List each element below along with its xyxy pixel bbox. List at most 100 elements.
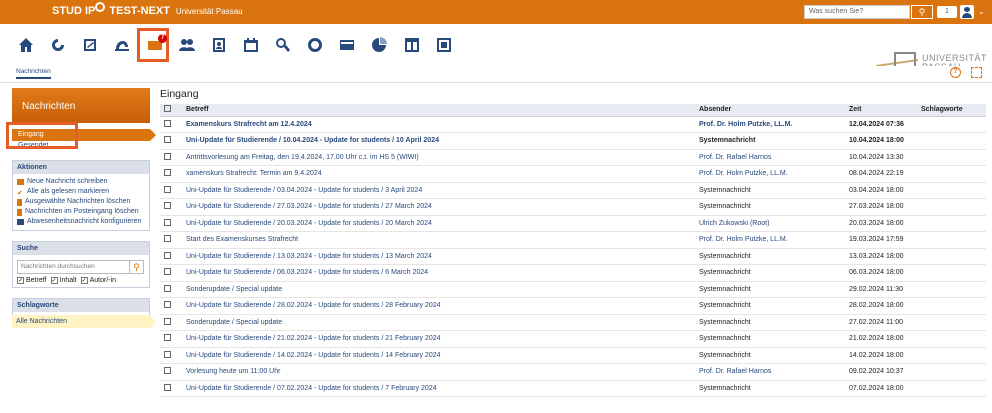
message-subject[interactable]: Uni-Update für Studierende / 10.04.2024 … [186,137,439,144]
message-sender: Systemnachricht [699,137,756,145]
column-time[interactable]: Zeit [845,104,917,117]
table-row[interactable]: Start des Examenskurses Strafrecht Prof. … [160,231,986,249]
search-option-author[interactable]: ✓ Autor/-in [80,277,116,284]
search-icon: ⚲ [133,262,140,272]
table-row[interactable]: Uni-Update für Studierende / 06.03.2024 … [160,264,986,282]
row-checkbox[interactable] [164,136,171,144]
table-row[interactable]: Antrittsvorlesung am Freitag, den 19.4.2… [160,149,986,166]
message-search-input[interactable]: Nachrichten durchsuchen [17,260,130,274]
message-sender[interactable]: Prof. Dr. Rafael Harnos [699,368,771,375]
row-checkbox[interactable] [164,218,171,226]
table-row[interactable]: Uni-Update für Studierende / 07.02.2024 … [160,380,986,397]
row-checkbox[interactable] [164,383,171,391]
message-subject[interactable]: Uni-Update für Studierende / 21.02.2024 … [186,335,441,342]
table-row[interactable]: Uni-Update für Studierende / 03.04.2024 … [160,182,986,199]
table-row[interactable]: Uni-Update für Studierende / 27.03.2024 … [160,198,986,216]
profile-icon[interactable] [209,35,229,55]
row-checkbox[interactable] [164,185,171,193]
home-icon[interactable] [16,35,36,55]
away-message-action[interactable]: Abwesenheitsnachricht konfigurieren [17,217,145,227]
message-sender[interactable]: Prof. Dr. Rafael Harnos [699,154,771,161]
global-search-button[interactable]: ⚲ [911,5,933,19]
message-subject[interactable]: Uni-Update für Studierende / 27.03.2024 … [186,203,432,210]
message-subject[interactable]: xamenskurs Strafrecht: Termin am 9.4.202… [186,170,322,177]
fullscreen-icon[interactable] [971,67,982,78]
card-icon[interactable] [337,35,357,55]
brand-logo[interactable]: STUD IP TEST-NEXT Universität Passau [52,2,243,17]
table-row[interactable]: Sonderupdate / Special update Systemnachr… [160,281,986,298]
message-subject[interactable]: Uni-Update für Studierende / 06.03.2024 … [186,269,428,276]
message-subject[interactable]: Vorlesung heute um 11:00 Uhr [186,368,280,375]
help-icon[interactable]: ? [950,67,961,78]
notification-counter[interactable]: 1 [937,6,957,18]
avatar[interactable] [960,5,974,19]
message-sender[interactable]: Prof. Dr. Holm Putzke, LL.M. [699,170,788,177]
column-sender[interactable]: Absender [695,104,845,117]
table-row[interactable]: Vorlesung heute um 11:00 Uhr Prof. Dr. Ra… [160,363,986,381]
search-option-content[interactable]: ✓ Inhalt [50,277,77,284]
table-row[interactable]: xamenskurs Strafrecht: Termin am 9.4.202… [160,165,986,183]
row-checkbox[interactable] [164,284,171,292]
row-checkbox[interactable] [164,251,171,259]
row-checkbox[interactable] [164,202,171,210]
message-search-button[interactable]: ⚲ [130,260,144,274]
tag-all-messages[interactable]: Alle Nachrichten [12,315,156,329]
table-row[interactable]: Uni-Update für Studierende / 28.02.2024 … [160,297,986,315]
tab-messages[interactable]: Nachrichten [16,68,51,79]
table-row[interactable]: Uni-Update für Studierende / 13.03.2024 … [160,248,986,265]
table-row[interactable]: Sonderupdate / Special update Systemnachr… [160,314,986,331]
column-subject[interactable]: Betreff [182,104,695,117]
chart-icon[interactable] [369,35,389,55]
row-checkbox[interactable] [164,235,171,243]
row-checkbox[interactable] [164,367,171,375]
message-subject[interactable]: Uni-Update für Studierende / 03.04.2024 … [186,187,422,194]
message-subject[interactable]: Sonderupdate / Special update [186,319,282,326]
row-checkbox[interactable] [164,350,171,358]
message-subject[interactable]: Antrittsvorlesung am Freitag, den 19.4.2… [186,154,419,161]
table-row[interactable]: Uni-Update für Studierende / 10.04.2024 … [160,132,986,150]
message-subject[interactable]: Uni-Update für Studierende / 28.02.2024 … [186,302,441,309]
message-tags [917,330,986,348]
new-message-action[interactable]: Neue Nachricht schreiben [17,177,145,187]
row-checkbox[interactable] [164,152,171,160]
help-circle-icon[interactable] [305,35,325,55]
courses-icon[interactable] [80,35,100,55]
message-subject[interactable]: Uni-Update für Studierende / 07.02.2024 … [186,385,437,392]
message-subject[interactable]: Start des Examenskurses Strafrecht [186,236,298,243]
message-sender[interactable]: Prof. Dr. Holm Putzke, LL.M. [699,121,792,128]
delete-inbox-action[interactable]: Nachrichten im Posteingang löschen [17,207,145,217]
row-checkbox[interactable] [164,268,171,276]
chevron-down-icon[interactable]: ⌄ [978,7,985,16]
community-icon[interactable] [177,35,197,55]
row-checkbox[interactable] [164,334,171,342]
table-row[interactable]: Examenskurs Strafrecht am 12.4.2024 Prof.… [160,116,986,133]
row-checkbox[interactable] [164,119,171,127]
message-subject[interactable]: Examenskurs Strafrecht am 12.4.2024 [186,121,312,128]
mark-all-read-action[interactable]: ✔ Alle als gelesen markieren [17,187,145,197]
search-icon[interactable] [273,35,293,55]
table-row[interactable]: Uni-Update für Studierende / 21.02.2024 … [160,330,986,348]
message-subject[interactable]: Uni-Update für Studierende / 13.03.2024 … [186,253,432,260]
select-all-checkbox[interactable] [164,105,171,113]
layout-icon[interactable] [402,35,422,55]
global-search-input[interactable]: Was suchen Sie? [804,5,910,19]
table-row[interactable]: Uni-Update für Studierende / 20.03.2024 … [160,215,986,232]
inbox-panel: Eingang Betreff Absender Zeit Schlagwort… [160,88,986,397]
message-subject[interactable]: Sonderupdate / Special update [186,286,282,293]
message-tags [917,231,986,249]
message-tags [917,132,986,150]
table-row[interactable]: Uni-Update für Studierende / 14.02.2024 … [160,347,986,364]
seminar-icon[interactable] [112,35,132,55]
row-checkbox[interactable] [164,301,171,309]
admin-icon[interactable] [434,35,454,55]
message-subject[interactable]: Uni-Update für Studierende / 14.02.2024 … [186,352,441,359]
message-sender[interactable]: Ulrich Zukowski (Root) [699,220,769,227]
message-sender[interactable]: Prof. Dr. Holm Putzke, LL.M. [699,236,788,243]
delete-selected-action[interactable]: Ausgewählte Nachrichten löschen [17,197,145,207]
row-checkbox[interactable] [164,169,171,177]
message-subject[interactable]: Uni-Update für Studierende / 20.03.2024 … [186,220,432,227]
row-checkbox[interactable] [164,317,171,325]
calendar-icon[interactable] [241,35,261,55]
search-option-subject[interactable]: ✓ Betreff [17,277,47,284]
activity-icon[interactable] [48,35,68,55]
